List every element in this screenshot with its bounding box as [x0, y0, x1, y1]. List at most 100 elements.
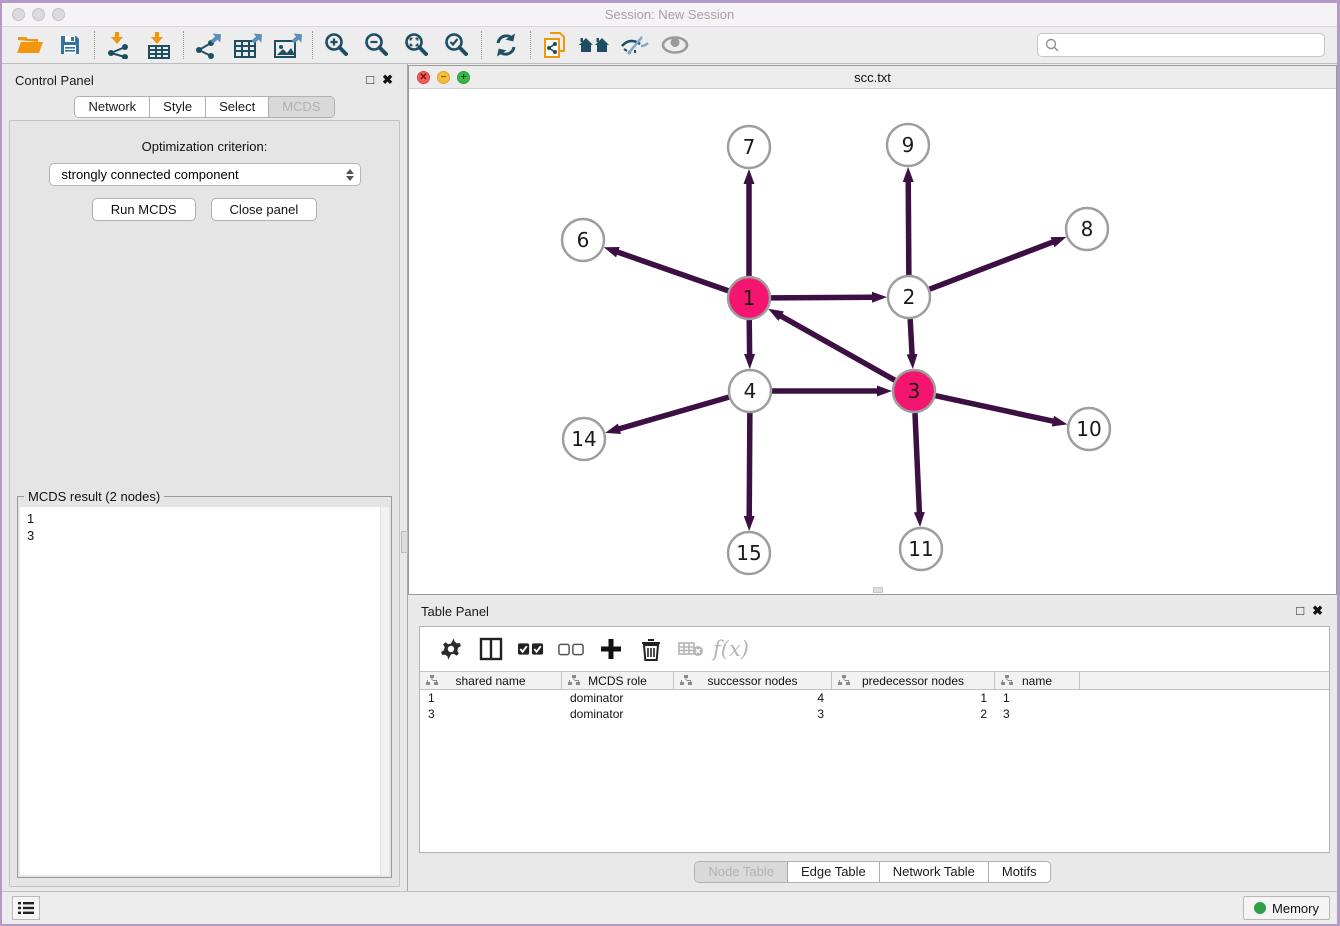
node-label-7: 7: [743, 135, 756, 159]
function-builder-button[interactable]: f(x): [718, 636, 744, 662]
tab-network[interactable]: Network: [75, 97, 150, 117]
import-table-button[interactable]: [139, 30, 179, 60]
column-header-name[interactable]: name: [995, 672, 1080, 689]
tab-style[interactable]: Style: [150, 97, 206, 117]
tab-node-table[interactable]: Node Table: [695, 862, 788, 882]
cell-MCDS-role[interactable]: dominator: [562, 706, 674, 722]
toolbar-separator: [183, 31, 184, 59]
export-network-button[interactable]: [188, 30, 228, 60]
clone-network-icon: [542, 31, 568, 59]
export-table-button[interactable]: [228, 30, 268, 60]
edge-4-15[interactable]: [749, 413, 750, 517]
save-session-icon: [58, 33, 82, 57]
cell-shared-name[interactable]: 1: [420, 690, 562, 706]
edge-2-8[interactable]: [930, 242, 1054, 289]
cell-MCDS-role[interactable]: dominator: [562, 690, 674, 706]
first-neighbors-button[interactable]: [575, 30, 615, 60]
zoom-selected-button[interactable]: [437, 30, 477, 60]
edge-3-1[interactable]: [780, 316, 894, 381]
export-network-icon: [194, 31, 222, 59]
column-header-predecessor-nodes[interactable]: predecessor nodes: [832, 672, 995, 689]
panel-splitter-handle[interactable]: [401, 531, 408, 553]
control-panel-tabs: NetworkStyleSelectMCDS: [74, 96, 334, 118]
column-tree-icon: [680, 675, 692, 686]
cell-predecessor-nodes[interactable]: 1: [832, 690, 995, 706]
search-box[interactable]: [1037, 33, 1325, 57]
deselect-all-icon: [558, 642, 584, 656]
column-header-MCDS-role[interactable]: MCDS role: [562, 672, 674, 689]
network-canvas[interactable]: 7968124314101511: [409, 89, 1336, 594]
table-row[interactable]: 1dominator411: [420, 690, 1329, 706]
task-history-button[interactable]: [12, 896, 40, 920]
result-scrollbar[interactable]: [380, 507, 389, 875]
edge-3-10[interactable]: [935, 396, 1053, 422]
control-panel-title: Control Panel: [15, 73, 94, 88]
refresh-layout-button[interactable]: [486, 30, 526, 60]
network-minimize-button[interactable]: −: [437, 71, 450, 84]
cell-successor-nodes[interactable]: 3: [674, 706, 832, 722]
app-window: Session: New Session: [2, 3, 1337, 924]
column-header-successor-nodes[interactable]: successor nodes: [674, 672, 832, 689]
delete-column-button[interactable]: [638, 636, 664, 662]
cell-name[interactable]: 1: [995, 690, 1080, 706]
hide-selected-button[interactable]: [615, 30, 655, 60]
edge-4-14[interactable]: [619, 397, 729, 429]
deselect-all-button[interactable]: [558, 636, 584, 662]
network-maximize-button[interactable]: +: [457, 71, 470, 84]
float-panel-icon[interactable]: □: [1296, 603, 1304, 619]
node-label-3: 3: [908, 379, 921, 403]
window-resize-handle[interactable]: [873, 587, 883, 593]
import-network-button[interactable]: [99, 30, 139, 60]
open-session-button[interactable]: [10, 30, 50, 60]
minimize-window-button[interactable]: [32, 8, 45, 21]
edge-2-3[interactable]: [910, 319, 912, 355]
cell-shared-name[interactable]: 3: [420, 706, 562, 722]
select-all-button[interactable]: [518, 636, 544, 662]
edge-1-6[interactable]: [617, 252, 728, 291]
show-all-button[interactable]: [655, 30, 695, 60]
tab-mcds[interactable]: MCDS: [269, 97, 333, 117]
close-panel-icon[interactable]: ✖: [1312, 603, 1323, 619]
table-row[interactable]: 3dominator323: [420, 706, 1329, 722]
tab-motifs[interactable]: Motifs: [989, 862, 1050, 882]
tab-network-table[interactable]: Network Table: [880, 862, 989, 882]
toolbar-separator: [94, 31, 95, 59]
mcds-result-title: MCDS result (2 nodes): [24, 489, 164, 504]
mcds-result-text[interactable]: 1 3: [20, 507, 389, 875]
network-window-titlebar[interactable]: ✕ − + scc.txt: [409, 66, 1336, 89]
columns-button[interactable]: [478, 636, 504, 662]
zoom-fit-button[interactable]: [397, 30, 437, 60]
maximize-window-button[interactable]: [52, 8, 65, 21]
column-header-shared-name[interactable]: shared name: [420, 672, 562, 689]
node-label-9: 9: [902, 133, 915, 157]
edge-3-11[interactable]: [915, 413, 919, 513]
run-mcds-button[interactable]: Run MCDS: [92, 198, 196, 221]
delete-table-button[interactable]: [678, 636, 704, 662]
optimization-criterion-dropdown[interactable]: strongly connected component: [49, 163, 361, 186]
tab-edge-table[interactable]: Edge Table: [788, 862, 880, 882]
gear-button[interactable]: [438, 636, 464, 662]
tab-select[interactable]: Select: [206, 97, 269, 117]
zoom-in-button[interactable]: [317, 30, 357, 60]
open-session-icon: [16, 33, 44, 57]
cell-predecessor-nodes[interactable]: 2: [832, 706, 995, 722]
export-table-icon: [233, 31, 263, 59]
network-close-button[interactable]: ✕: [417, 71, 430, 84]
float-panel-icon[interactable]: □: [366, 72, 374, 88]
cell-name[interactable]: 3: [995, 706, 1080, 722]
search-input[interactable]: [1060, 35, 1324, 55]
edge-1-2[interactable]: [771, 297, 873, 298]
close-window-button[interactable]: [12, 8, 25, 21]
close-panel-icon[interactable]: ✖: [382, 72, 393, 88]
close-panel-button[interactable]: Close panel: [211, 198, 318, 221]
zoom-out-button[interactable]: [357, 30, 397, 60]
clone-network-button[interactable]: [535, 30, 575, 60]
export-image-button[interactable]: [268, 30, 308, 60]
zoom-in-icon: [324, 32, 350, 58]
add-column-button[interactable]: [598, 636, 624, 662]
edge-2-9[interactable]: [908, 181, 909, 275]
save-session-button[interactable]: [50, 30, 90, 60]
memory-button[interactable]: Memory: [1243, 896, 1330, 920]
zoom-fit-icon: [404, 32, 430, 58]
cell-successor-nodes[interactable]: 4: [674, 690, 832, 706]
